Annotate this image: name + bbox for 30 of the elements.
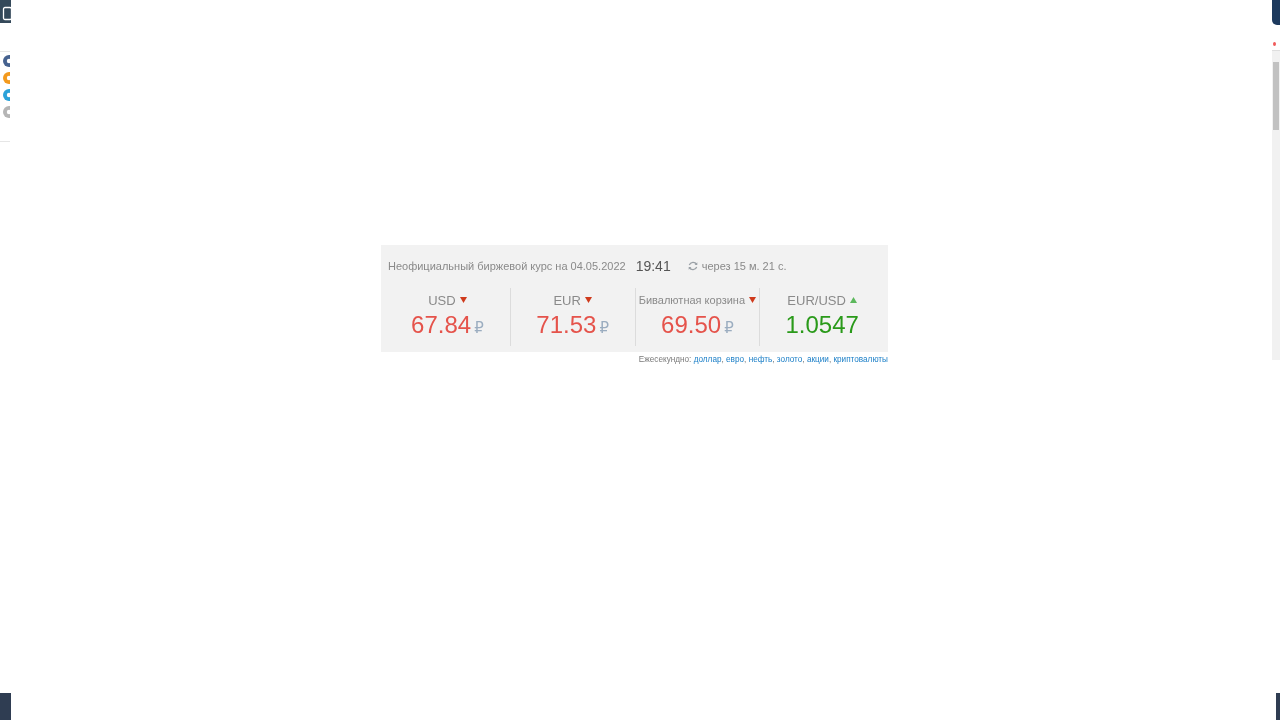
side-panel <box>1276 693 1280 720</box>
down-triangle-icon <box>459 297 467 303</box>
currency-label: USD <box>428 292 456 308</box>
currency-label: EUR <box>553 292 581 308</box>
live-rates-note: Ежесекундно: доллар, евро, нефть, золото, акции, криптовалюты <box>638 354 888 365</box>
refresh-icon[interactable] <box>687 261 698 271</box>
down-triangle-icon <box>584 297 592 303</box>
currency-label: EUR/USD <box>787 292 846 308</box>
update-time: 19:41 <box>635 258 671 274</box>
rate-value: 1.0547 <box>785 310 859 340</box>
up-triangle-icon <box>849 297 857 303</box>
currency-label: Бивалютная корзина <box>638 294 746 306</box>
ruble-sign: ₽ <box>474 318 484 338</box>
ruble-sign: ₽ <box>724 318 734 338</box>
rate-value: 69.50 <box>661 310 722 340</box>
topic-link[interactable]: акции <box>806 355 829 364</box>
side-panel <box>1272 0 1280 25</box>
side-panel <box>0 0 11 23</box>
scrollbar-thumb[interactable] <box>1273 62 1279 130</box>
side-panel <box>0 693 11 720</box>
circle-icon[interactable] <box>3 55 10 67</box>
ruble-sign: ₽ <box>599 318 609 338</box>
circle-icon[interactable] <box>3 89 10 101</box>
countdown-text: через 15 м. 21 с. <box>701 260 787 272</box>
down-triangle-icon <box>749 297 757 303</box>
rate-value: 71.53 <box>536 310 597 340</box>
dot-icon <box>1273 42 1276 46</box>
rate-caption: Неофициальный биржевой курс на 04.05.2022 <box>388 260 626 272</box>
rate-value: 67.84 <box>411 310 472 340</box>
topic-link[interactable]: криптовалюты <box>833 355 888 364</box>
